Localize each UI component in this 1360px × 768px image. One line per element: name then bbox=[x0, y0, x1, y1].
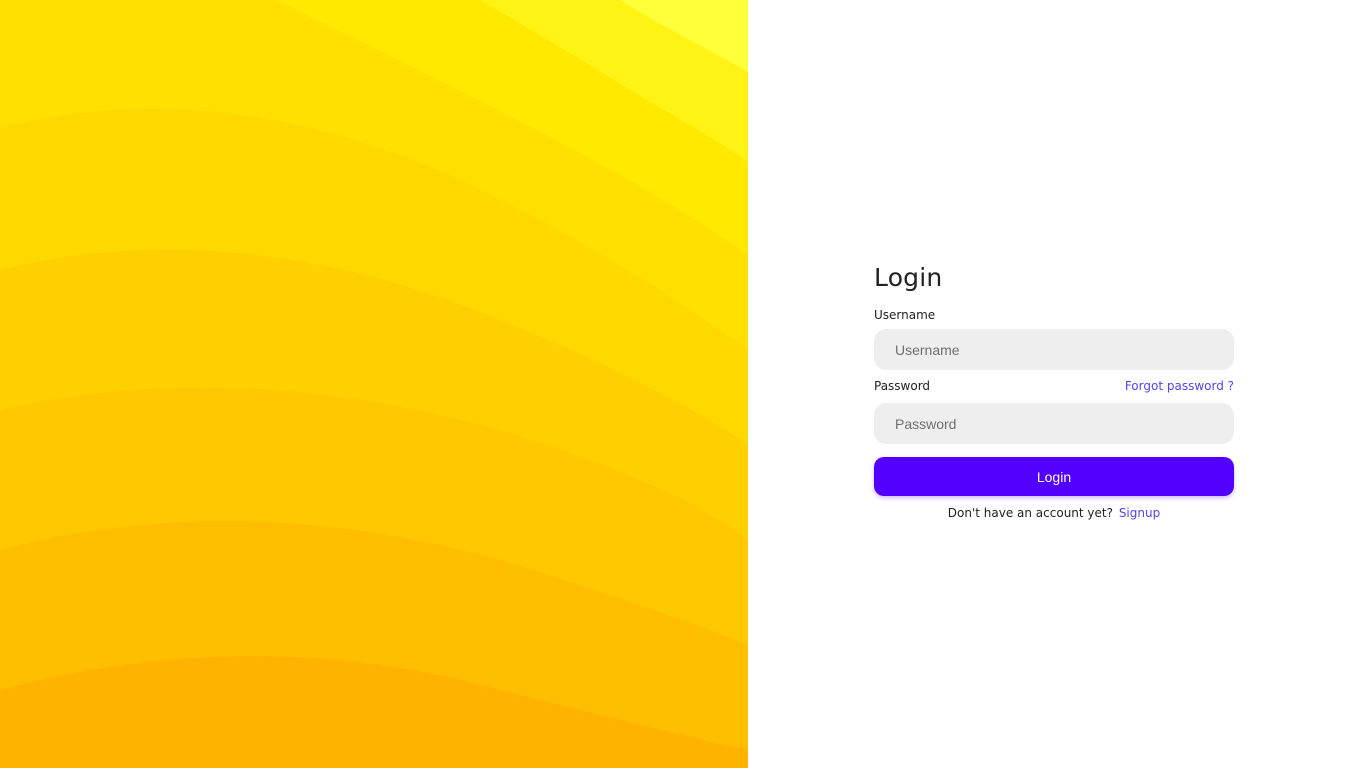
login-form: Login Username Password Forgot password … bbox=[874, 262, 1234, 521]
page-title: Login bbox=[874, 263, 943, 292]
signup-prompt: Don't have an account yet? bbox=[947, 506, 1113, 520]
wave-background-image bbox=[0, 0, 748, 768]
login-panel: Login Username Password Forgot password … bbox=[748, 0, 1360, 768]
username-input[interactable] bbox=[874, 329, 1234, 370]
login-page: Login Username Password Forgot password … bbox=[0, 0, 1360, 768]
password-label: Password bbox=[874, 379, 931, 393]
login-button[interactable]: Login bbox=[874, 457, 1234, 496]
username-label: Username bbox=[874, 308, 936, 322]
signup-row: Don't have an account yet? Signup bbox=[874, 505, 1234, 521]
decorative-wave-panel bbox=[0, 0, 748, 768]
forgot-password-link[interactable]: Forgot password ? bbox=[1125, 378, 1234, 394]
password-input[interactable] bbox=[874, 403, 1234, 444]
password-label-row: Password Forgot password ? bbox=[874, 378, 1234, 394]
signup-link[interactable]: Signup bbox=[1119, 506, 1160, 520]
